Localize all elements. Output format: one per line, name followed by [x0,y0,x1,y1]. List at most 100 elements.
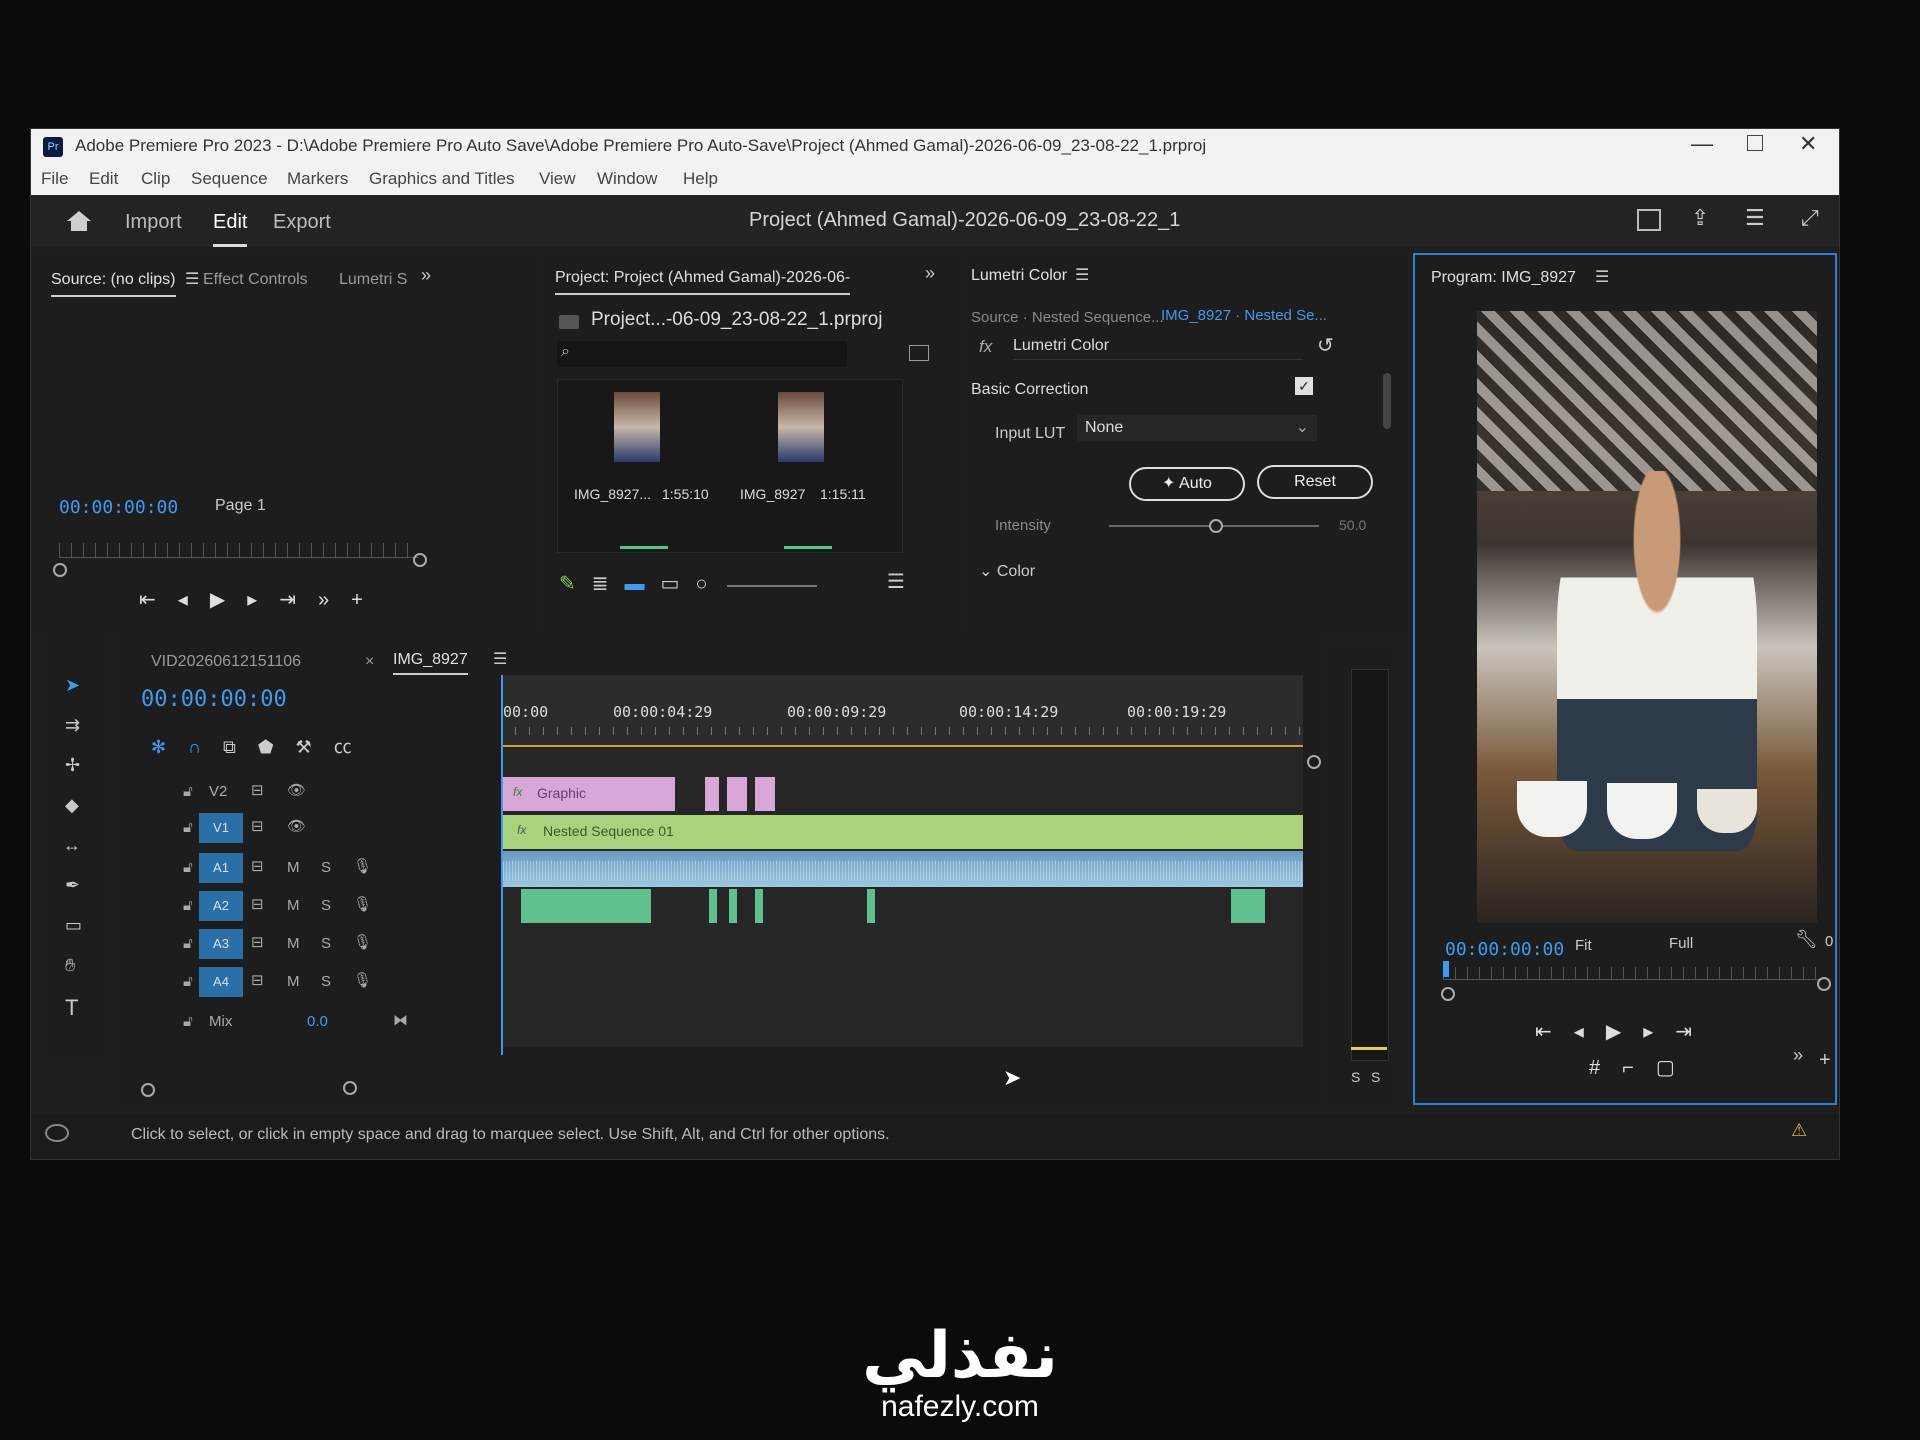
audio-clip-a2[interactable] [729,889,737,923]
source-scroll-handle-left[interactable] [53,563,67,577]
sort-icon[interactable]: ☰ [887,569,905,594]
tab-lumetri-scopes[interactable]: Lumetri S [339,271,407,289]
intensity-slider-knob[interactable] [1209,519,1223,533]
source-label[interactable]: Source · Nested Sequence... [971,309,1164,326]
menu-clip[interactable]: Clip [141,169,170,189]
menu-file[interactable]: File [41,169,68,189]
audio-clip-a2[interactable] [867,889,875,923]
timeline-vertical-scroll-handle[interactable] [1307,755,1321,769]
program-scroll-handle-left[interactable] [1441,987,1455,1001]
mute-button[interactable]: M [287,973,300,990]
tab-edit[interactable]: Edit [213,211,248,247]
tab-effect-controls[interactable]: Effect Controls [203,271,308,289]
snap-icon[interactable]: ∩ [188,737,223,757]
safe-margins-icon[interactable]: ▢ [1656,1057,1697,1079]
input-lut-dropdown[interactable]: None ⌄ [1077,415,1317,441]
go-to-end-icon[interactable]: ⧓ [393,1011,408,1029]
grid-icon[interactable]: # [1589,1057,1622,1079]
step-forward-icon[interactable]: ▸ [1643,1021,1675,1043]
audio-clip-a2[interactable] [521,889,651,923]
microphone-icon[interactable]: 🎙︎ [353,971,372,989]
crop-icon[interactable]: ⌐ [1622,1057,1656,1079]
solo-button[interactable]: S [321,859,331,876]
more-buttons-icon[interactable]: » [318,589,351,611]
eye-icon[interactable]: 👁︎ [287,817,306,835]
minimize-icon[interactable]: — [1691,131,1713,157]
tab-sequence-vid[interactable]: VID20260612151106 [151,653,301,671]
fullscreen-icon[interactable]: ⤢ [1801,205,1819,231]
panel-menu-icon[interactable]: ☰ [1595,267,1609,287]
sync-lock-icon[interactable]: ⊟ [251,895,264,913]
pen-tool-icon[interactable]: ✒ [65,875,80,896]
mark-in-icon[interactable]: ⇤ [1535,1021,1574,1043]
menu-view[interactable]: View [539,169,576,189]
icon-view-icon[interactable]: ▬ [625,573,661,595]
zoom-slider-icon[interactable]: ○ [695,573,723,595]
program-timecode[interactable]: 00:00:00:00 [1445,939,1564,960]
nest-icon[interactable]: ✻ [151,737,188,757]
hand-tool-icon[interactable]: ✋︎ [65,955,75,976]
project-search-input[interactable]: ⌕ [557,341,847,367]
linked-selection-icon[interactable]: ⧉ [223,737,258,757]
track-target-a4[interactable]: A4 [199,967,243,997]
playhead-marker[interactable] [1443,961,1449,977]
target-clip-label[interactable]: IMG_8927 · Nested Se... [1161,307,1327,324]
share-icon[interactable]: ⇪ [1691,205,1709,231]
lock-icon[interactable]: 🔓︎ [183,935,193,952]
mute-button[interactable]: M [287,897,300,914]
reset-fx-icon[interactable]: ↺ [1317,333,1334,358]
source-ruler[interactable] [59,543,419,558]
intensity-slider[interactable] [1109,519,1319,533]
quick-export-icon[interactable] [1637,209,1661,231]
timeline-horizontal-scroll-handle[interactable] [343,1081,357,1095]
sync-lock-icon[interactable]: ⊟ [251,971,264,989]
selection-tool-icon[interactable]: ➤ [65,675,80,696]
tab-lumetri-color[interactable]: Lumetri Color [971,267,1067,285]
workspace-menu-icon[interactable]: ☰ [1745,205,1765,231]
track-target-a2[interactable]: A2 [199,891,243,921]
lock-icon[interactable]: 🔓︎ [183,1013,193,1030]
track-select-tool-icon[interactable]: ⇉ [65,715,80,736]
reset-button[interactable]: Reset [1257,465,1373,499]
panel-menu-icon[interactable]: ☰ [493,649,507,669]
mark-out-icon[interactable]: ⇥ [279,589,318,611]
razor-tool-icon[interactable]: ◆ [65,795,79,816]
tab-sequence-img[interactable]: IMG_8927 [393,651,468,675]
lock-icon[interactable]: 🔓︎ [183,973,193,990]
microphone-icon[interactable]: 🎙︎ [353,895,372,913]
play-icon[interactable]: ▶ [1606,1021,1643,1043]
lock-icon[interactable]: 🔓︎ [183,783,193,800]
solo-button[interactable]: S [321,973,331,990]
color-section-header[interactable]: ⌄ Color [979,561,1035,581]
close-icon[interactable]: ✕ [1799,131,1817,157]
program-scroll-handle-right[interactable] [1817,977,1831,991]
sync-lock-icon[interactable]: ⊟ [251,817,264,835]
maximize-icon[interactable] [1747,135,1763,151]
solo-button[interactable]: S [321,897,331,914]
slip-tool-icon[interactable]: ↔ [63,835,81,856]
graphic-clip[interactable] [727,777,747,811]
type-tool-icon[interactable]: T [65,995,78,1021]
sync-lock-icon[interactable]: ⊟ [251,781,264,799]
fx-dropdown[interactable]: Lumetri Color [1013,337,1303,360]
graphic-clip[interactable]: fx Graphic [503,777,675,811]
add-button-icon[interactable]: + [1819,1049,1831,1072]
audio-clip-a2[interactable] [709,889,717,923]
sync-lock-icon[interactable]: ⊟ [251,933,264,951]
mute-button[interactable]: M [287,859,300,876]
menu-window[interactable]: Window [597,169,657,189]
tab-project[interactable]: Project: Project (Ahmed Gamal)-2026-06- [555,269,851,295]
rectangle-tool-icon[interactable]: ▭ [65,915,82,936]
clip-thumbnail[interactable] [614,392,660,462]
mute-button[interactable]: M [287,935,300,952]
lock-icon[interactable]: 🔓︎ [183,897,193,914]
basic-correction-header[interactable]: Basic Correction [971,381,1088,399]
freeform-view-icon[interactable]: ▭ [661,573,696,595]
timeline-horizontal-scroll-handle[interactable] [141,1083,155,1097]
microphone-icon[interactable]: 🎙︎ [353,933,372,951]
fit-dropdown[interactable]: Fit [1575,937,1655,954]
step-back-icon[interactable]: ◂ [178,589,210,611]
mix-value[interactable]: 0.0 [307,1013,328,1030]
solo-button[interactable]: S [321,935,331,952]
program-ruler[interactable] [1443,967,1823,980]
